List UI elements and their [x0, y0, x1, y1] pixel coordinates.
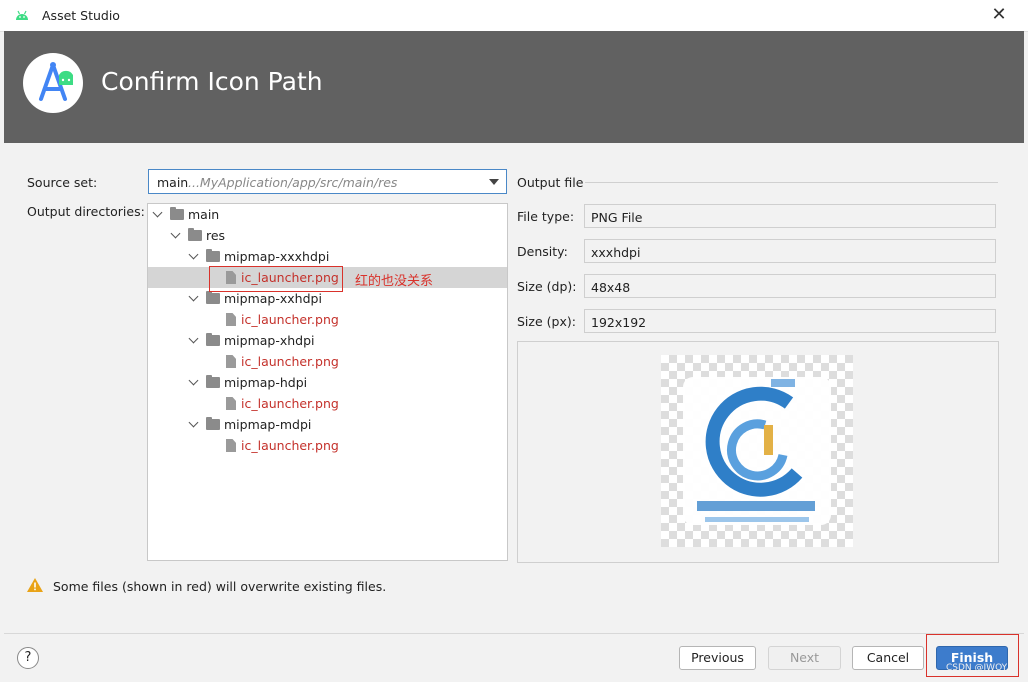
help-button[interactable]: ?: [17, 647, 39, 669]
folder-icon: [206, 291, 220, 304]
chevron-down-icon[interactable]: [170, 228, 181, 239]
tree-node-label: ic_launcher.png: [241, 312, 339, 327]
android-icon: [16, 10, 28, 20]
output-file-section-title: Output file: [517, 175, 584, 190]
tree-node-label: mipmap-hdpi: [224, 375, 308, 390]
tree-node-ic-launcher-hdpi[interactable]: ic_launcher.png: [148, 393, 507, 414]
tree-node-mipmap-xhdpi[interactable]: mipmap-xhdpi: [148, 330, 507, 351]
header-banner: Confirm Icon Path: [4, 31, 1024, 143]
folder-icon: [206, 375, 220, 388]
tree-node-label: mipmap-xhdpi: [224, 333, 315, 348]
tree-node-ic-launcher-mdpi[interactable]: ic_launcher.png: [148, 435, 507, 456]
folder-icon: [170, 207, 184, 220]
source-set-value: main: [157, 175, 189, 190]
cancel-button[interactable]: Cancel: [852, 646, 924, 670]
annotation-text: 红的也没关系: [355, 274, 434, 289]
tree-node-label: ic_launcher.png: [241, 354, 339, 369]
chevron-down-icon: [489, 179, 499, 185]
tree-node-ic-launcher-xxhdpi[interactable]: ic_launcher.png: [148, 309, 507, 330]
tree-node-label: res: [206, 228, 226, 243]
size-dp-value: 48x48: [591, 280, 631, 295]
size-px-value: 192x192: [591, 315, 647, 330]
size-px-field: 192x192: [584, 309, 996, 333]
size-px-label: Size (px):: [517, 314, 576, 329]
page-title: Confirm Icon Path: [101, 67, 323, 96]
tree-node-mipmap-mdpi[interactable]: mipmap-mdpi: [148, 414, 507, 435]
size-dp-label: Size (dp):: [517, 279, 577, 294]
close-icon[interactable]: ✕: [988, 4, 1010, 26]
chevron-down-icon[interactable]: [188, 291, 199, 302]
file-icon: [226, 397, 236, 410]
file-icon: [226, 313, 236, 326]
previous-button[interactable]: Previous: [679, 646, 756, 670]
file-icon: [226, 439, 236, 452]
tree-node-main[interactable]: main: [148, 204, 507, 225]
tree-node-res[interactable]: res: [148, 225, 507, 246]
density-label: Density:: [517, 244, 568, 259]
file-type-label: File type:: [517, 209, 575, 224]
file-type-value: PNG File: [591, 210, 643, 225]
chevron-down-icon[interactable]: [188, 417, 199, 428]
tree-node-mipmap-xxxhdpi[interactable]: mipmap-xxxhdpi: [148, 246, 507, 267]
output-directories-tree[interactable]: main res mipmap-xxxhdpi ic_launcher.png …: [147, 203, 508, 561]
density-field: xxxhdpi: [584, 239, 996, 263]
source-set-label: Source set:: [27, 175, 98, 190]
watermark-text: CSDN @JWOY: [946, 663, 1008, 673]
folder-icon: [188, 228, 202, 241]
chevron-down-icon[interactable]: [188, 333, 199, 344]
chevron-down-icon[interactable]: [152, 207, 163, 218]
chevron-down-icon[interactable]: [188, 375, 199, 386]
density-value: xxxhdpi: [591, 245, 641, 260]
tree-node-label: mipmap-xxxhdpi: [224, 249, 330, 264]
window-title: Asset Studio: [42, 8, 120, 23]
tree-node-label: ic_launcher.png: [241, 438, 339, 453]
tree-node-ic-launcher-xhdpi[interactable]: ic_launcher.png: [148, 351, 507, 372]
title-bar: Asset Studio ✕: [0, 0, 1028, 32]
folder-icon: [206, 417, 220, 430]
folder-icon: [206, 249, 220, 262]
tree-node-label: mipmap-mdpi: [224, 417, 312, 432]
overwrite-warning-text: Some files (shown in red) will overwrite…: [53, 579, 387, 594]
tree-node-label: ic_launcher.png: [241, 396, 339, 411]
output-directories-label: Output directories:: [27, 204, 145, 219]
folder-icon: [206, 333, 220, 346]
tree-node-label: main: [188, 207, 220, 222]
chevron-down-icon[interactable]: [188, 249, 199, 260]
source-set-dropdown[interactable]: main ...MyApplication/app/src/main/res: [148, 169, 507, 194]
android-studio-logo: [23, 53, 83, 113]
icon-preview-image: [661, 355, 853, 547]
file-type-field: PNG File: [584, 204, 996, 228]
size-dp-field: 48x48: [584, 274, 996, 298]
footer-divider: [4, 633, 1024, 634]
warning-icon: [27, 578, 43, 592]
annotation-highlight-box: [209, 266, 343, 292]
source-set-path: ...MyApplication/app/src/main/res: [188, 175, 398, 190]
section-divider: [585, 182, 998, 183]
tree-node-mipmap-hdpi[interactable]: mipmap-hdpi: [148, 372, 507, 393]
next-button[interactable]: Next: [768, 646, 841, 670]
file-icon: [226, 355, 236, 368]
